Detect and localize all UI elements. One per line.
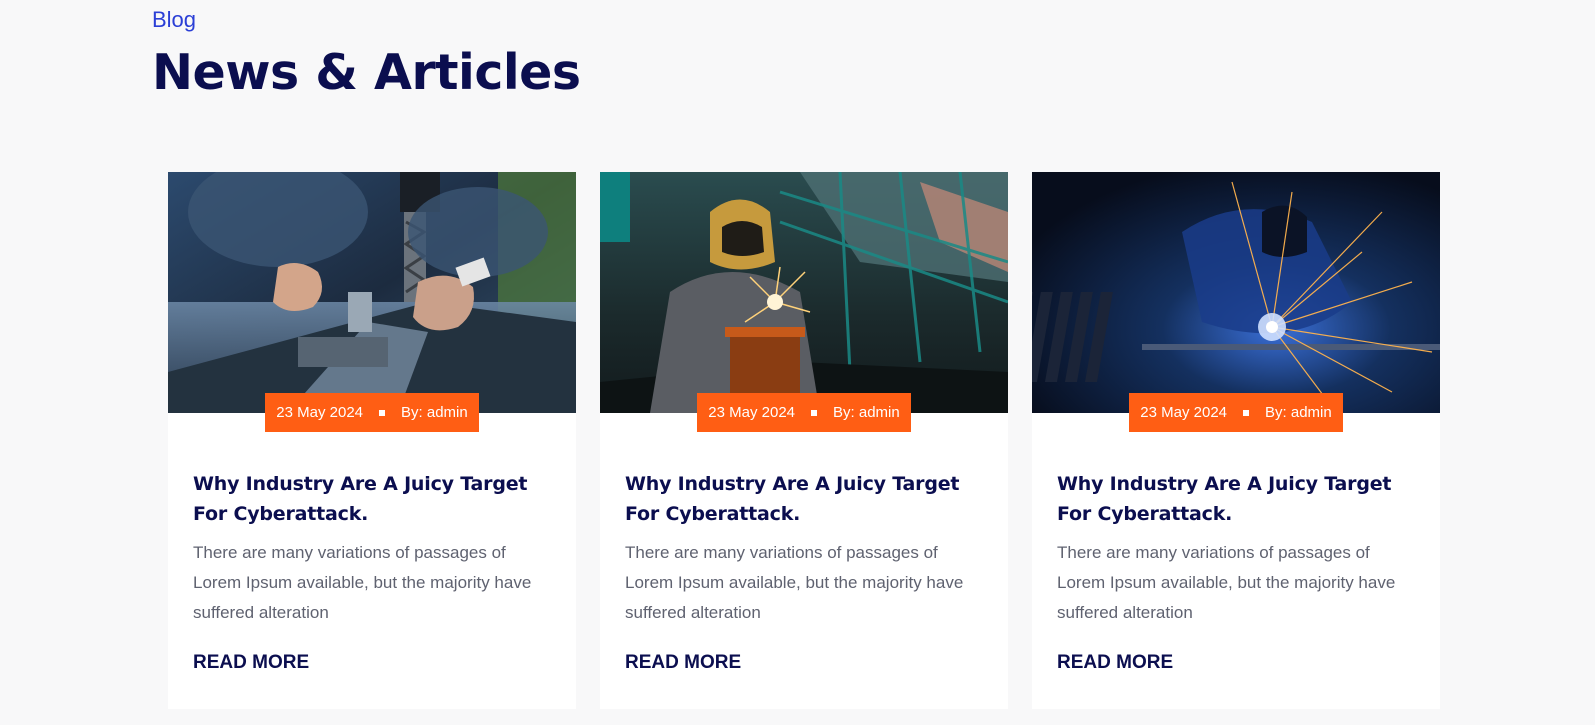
machinist-drilling-photo [168, 172, 576, 413]
post-author[interactable]: By: admin [401, 404, 468, 421]
post-author[interactable]: By: admin [833, 404, 900, 421]
welder-blue-sparks-photo [1032, 172, 1440, 413]
blog-card-image[interactable] [168, 172, 576, 413]
welder-in-factory-photo [600, 172, 1008, 413]
blog-card-body: Why Industry Are A Juicy Target For Cybe… [600, 469, 1008, 674]
post-date[interactable]: 23 May 2024 [276, 404, 363, 421]
blog-card-list: 23 May 2024 By: admin Why Industry Are A… [168, 172, 1440, 709]
post-date[interactable]: 23 May 2024 [1140, 404, 1227, 421]
post-date[interactable]: 23 May 2024 [708, 404, 795, 421]
section-eyebrow: Blog [152, 7, 197, 32]
read-more-link[interactable]: READ MORE [1057, 652, 1173, 674]
blog-card: 23 May 2024 By: admin Why Industry Are A… [1032, 172, 1440, 709]
post-meta-badge: 23 May 2024 By: admin [265, 393, 479, 432]
blog-card-excerpt: There are many variations of passages of… [625, 543, 964, 622]
blog-card-title[interactable]: Why Industry Are A Juicy Target For Cybe… [193, 469, 551, 529]
blog-card-excerpt: There are many variations of passages of… [1057, 543, 1396, 622]
blog-card-image[interactable] [1032, 172, 1440, 413]
read-more-link[interactable]: READ MORE [193, 652, 309, 674]
post-meta-badge: 23 May 2024 By: admin [697, 393, 911, 432]
post-author[interactable]: By: admin [1265, 404, 1332, 421]
blog-card-excerpt: There are many variations of passages of… [193, 543, 532, 622]
meta-separator-icon [1243, 409, 1250, 416]
blog-card-body: Why Industry Are A Juicy Target For Cybe… [1032, 469, 1440, 674]
blog-card-body: Why Industry Are A Juicy Target For Cybe… [168, 469, 576, 674]
read-more-link[interactable]: READ MORE [625, 652, 741, 674]
section-header: Blog News & Articles [152, 4, 581, 103]
blog-card-title[interactable]: Why Industry Are A Juicy Target For Cybe… [1057, 469, 1415, 529]
blog-card-image[interactable] [600, 172, 1008, 413]
post-meta-badge: 23 May 2024 By: admin [1129, 393, 1343, 432]
meta-separator-icon [379, 409, 386, 416]
blog-card-title[interactable]: Why Industry Are A Juicy Target For Cybe… [625, 469, 983, 529]
meta-separator-icon [811, 409, 818, 416]
section-title: News & Articles [152, 44, 581, 101]
blog-card: 23 May 2024 By: admin Why Industry Are A… [168, 172, 576, 709]
blog-card: 23 May 2024 By: admin Why Industry Are A… [600, 172, 1008, 709]
